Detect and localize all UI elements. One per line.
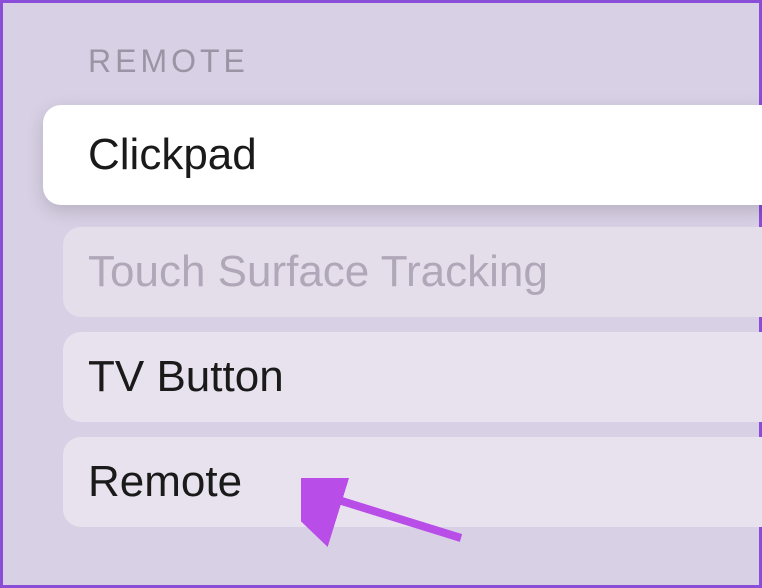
menu-item-remote[interactable]: Remote: [63, 437, 762, 527]
section-header-remote: REMOTE: [88, 43, 759, 80]
menu-item-tv-button[interactable]: TV Button: [63, 332, 762, 422]
menu-item-label: Remote: [88, 457, 242, 507]
menu-item-clickpad[interactable]: Clickpad: [43, 105, 762, 205]
menu-list: Clickpad Touch Surface Tracking TV Butto…: [63, 105, 759, 542]
menu-item-touch-surface-tracking[interactable]: Touch Surface Tracking: [63, 227, 762, 317]
menu-item-label: TV Button: [88, 352, 284, 402]
settings-panel: REMOTE Clickpad Touch Surface Tracking T…: [3, 3, 759, 542]
menu-item-label: Clickpad: [88, 130, 257, 180]
menu-item-label: Touch Surface Tracking: [88, 247, 548, 297]
